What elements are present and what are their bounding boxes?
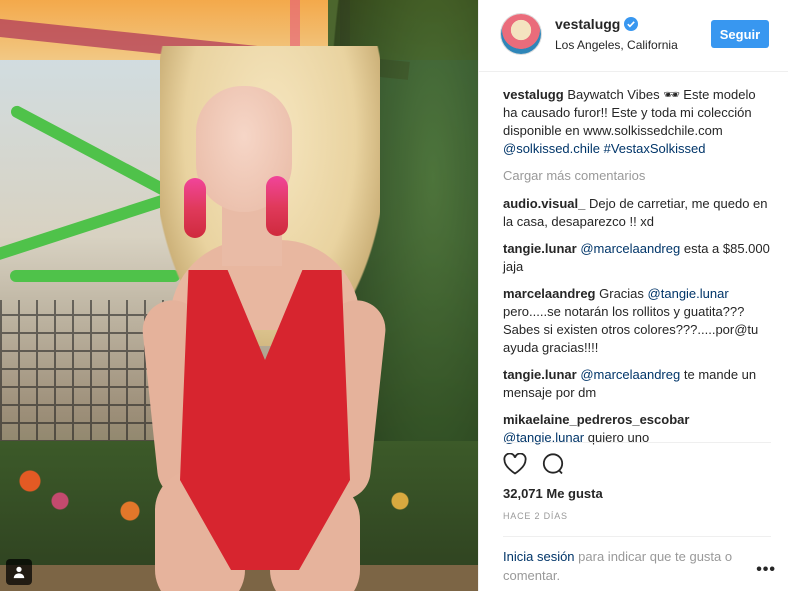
comment-text: pero.....se notarán los rollitos y guati… bbox=[503, 304, 759, 355]
heart-icon[interactable] bbox=[503, 452, 527, 480]
likes-count[interactable]: 32,071 Me gusta bbox=[503, 486, 603, 501]
photo-ride-bar bbox=[0, 187, 187, 265]
verified-badge-icon bbox=[624, 17, 639, 34]
login-link[interactable]: Inicia sesión bbox=[503, 549, 575, 564]
comment-mention[interactable]: @tangie.lunar bbox=[648, 286, 729, 301]
more-options-icon[interactable]: ••• bbox=[756, 561, 776, 579]
comment-icon[interactable] bbox=[541, 452, 565, 481]
avatar[interactable] bbox=[501, 14, 541, 54]
action-icons bbox=[503, 452, 771, 481]
comment-mention[interactable]: @marcelaandreg bbox=[580, 367, 680, 382]
earring-right bbox=[266, 176, 288, 236]
post-actions bbox=[503, 442, 771, 479]
list-item: marcelaandreg Gracias @tangie.lunar pero… bbox=[503, 285, 771, 357]
caption: vestalugg Baywatch Vibes 🕶 Este modelo h… bbox=[503, 86, 771, 158]
comment-username[interactable]: marcelaandreg bbox=[503, 286, 596, 301]
comments-list: vestalugg Baywatch Vibes 🕶 Este modelo h… bbox=[503, 86, 771, 456]
post-username[interactable]: vestalugg bbox=[555, 16, 639, 34]
user-tag-icon[interactable] bbox=[6, 559, 32, 585]
comment-text-before: Gracias bbox=[599, 286, 644, 301]
follow-button[interactable]: Seguir bbox=[711, 20, 769, 48]
comment-mention[interactable]: @marcelaandreg bbox=[580, 241, 680, 256]
list-item: audio.visual_ Dejo de carretiar, me qued… bbox=[503, 195, 771, 231]
comment-username[interactable]: audio.visual_ bbox=[503, 196, 585, 211]
photo-ride-bar bbox=[10, 270, 180, 282]
post-side-panel: vestalugg Los Angeles, California Seguir… bbox=[478, 0, 788, 591]
caption-username[interactable]: vestalugg bbox=[503, 87, 564, 102]
earring-left bbox=[184, 178, 206, 238]
post-photo[interactable] bbox=[0, 0, 478, 591]
post-timestamp: HACE 2 DÍAS bbox=[503, 511, 568, 521]
login-prompt: Inicia sesión para indicar que te gusta … bbox=[503, 536, 771, 585]
post-header: vestalugg Los Angeles, California Seguir bbox=[479, 0, 788, 72]
username-text[interactable]: vestalugg bbox=[555, 16, 620, 32]
list-item: tangie.lunar @marcelaandreg te mande un … bbox=[503, 366, 771, 402]
load-more-comments[interactable]: Cargar más comentarios bbox=[503, 167, 771, 185]
post-location[interactable]: Los Angeles, California bbox=[555, 38, 678, 52]
comment-username[interactable]: tangie.lunar bbox=[503, 367, 577, 382]
comment-username[interactable]: mikaelaine_pedreros_escobar bbox=[503, 412, 689, 427]
comment-username[interactable]: tangie.lunar bbox=[503, 241, 577, 256]
caption-mentions[interactable]: @solkissed.chile #VestaxSolkissed bbox=[503, 141, 706, 156]
list-item: tangie.lunar @marcelaandreg esta a $85.0… bbox=[503, 240, 771, 276]
